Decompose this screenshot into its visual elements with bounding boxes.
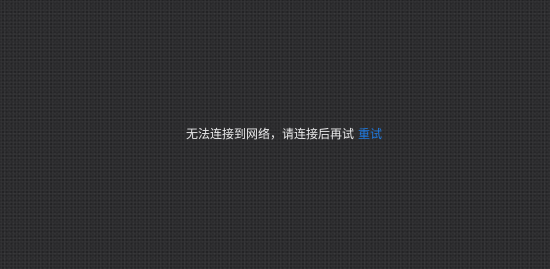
retry-link[interactable]: 重试 <box>358 127 382 141</box>
error-text: 无法连接到网络，请连接后再试 <box>185 127 354 141</box>
offline-screen: 无法连接到网络，请连接后再试 重试 <box>0 0 550 269</box>
network-error-message: 无法连接到网络，请连接后再试 重试 <box>0 126 550 142</box>
